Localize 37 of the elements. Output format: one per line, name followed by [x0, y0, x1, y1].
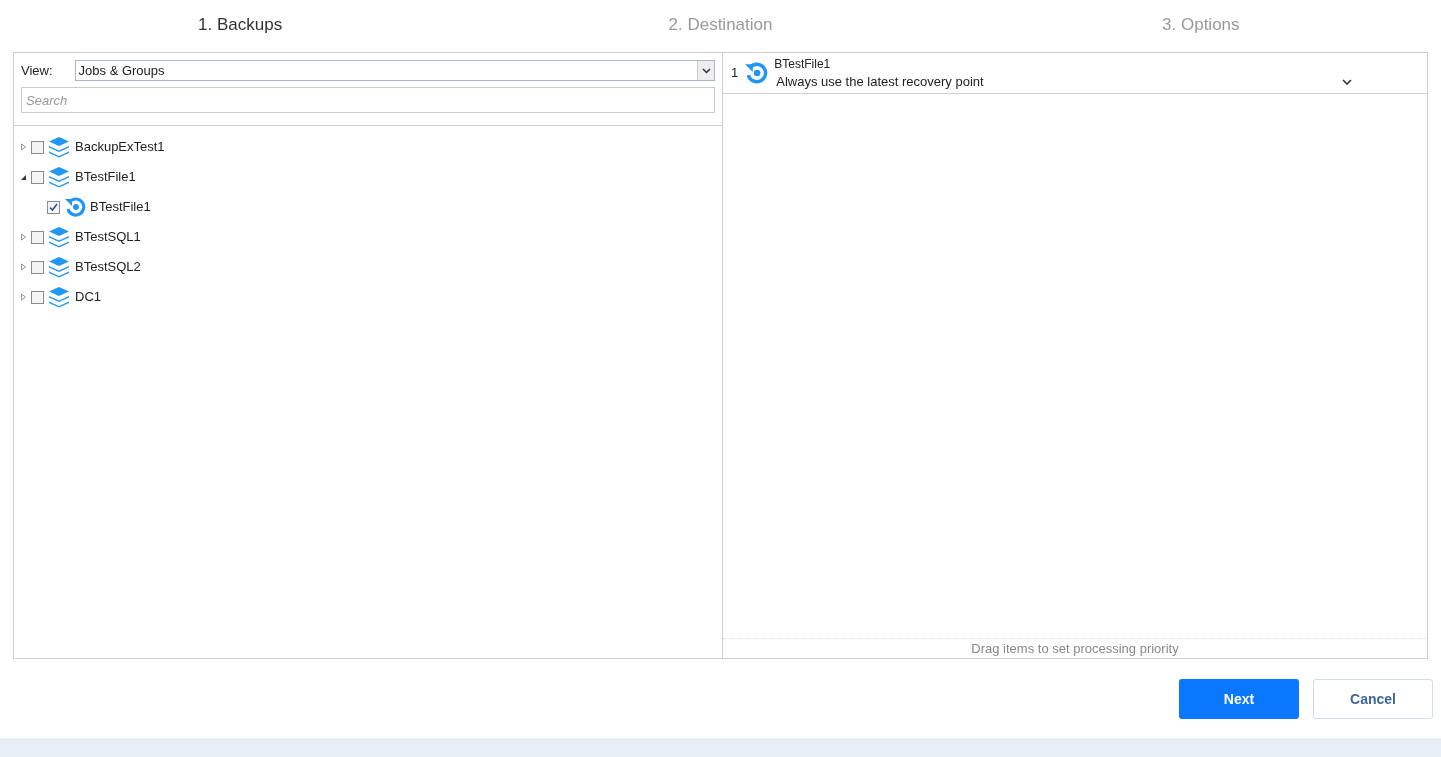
checkbox[interactable] [47, 200, 60, 214]
checkbox[interactable] [31, 260, 44, 274]
item-name: BTestFile1 [774, 56, 832, 73]
checkbox[interactable] [31, 140, 44, 154]
tree-item-label[interactable]: BTestSQL1 [75, 227, 141, 247]
step-tab[interactable]: 1. Backups [0, 12, 481, 38]
cancel-button[interactable]: Cancel [1313, 679, 1433, 719]
tree-item-label[interactable]: BTestFile1 [90, 197, 151, 217]
footer-hint: Drag items to set processing priority [723, 638, 1427, 658]
recovery-point-dropdown[interactable]: Always use the latest recovery point [774, 73, 1352, 90]
expand-arrow-icon[interactable] [20, 293, 27, 301]
chevron-down-icon [1342, 78, 1352, 85]
view-dropdown[interactable]: Jobs & Groups [74, 60, 715, 81]
layers-icon [48, 226, 70, 248]
caret-icon [701, 67, 711, 74]
collapse-arrow-icon[interactable] [20, 173, 27, 181]
expand-arrow-icon[interactable] [20, 263, 27, 271]
layers-icon [48, 286, 70, 308]
tree-item-label[interactable]: BTestFile1 [75, 167, 136, 187]
restore-icon [64, 196, 86, 218]
checkbox[interactable] [31, 290, 44, 304]
search-field[interactable]: Search [21, 87, 715, 113]
expand-arrow-icon[interactable] [20, 233, 27, 241]
tree-item-label[interactable]: DC1 [75, 287, 101, 307]
layers-icon [48, 136, 70, 158]
item-index: 1 [731, 64, 739, 83]
view-label: View: [21, 61, 53, 80]
layers-icon [48, 256, 70, 278]
expand-arrow-icon[interactable] [20, 143, 27, 151]
checkbox[interactable] [31, 170, 44, 184]
next-button[interactable]: Next [1179, 679, 1299, 719]
priority-item[interactable]: 1 BTestFile1 Always use the latest recovery point [723, 53, 1427, 94]
layers-icon [48, 166, 70, 188]
tree-item-label[interactable]: BackupExTest1 [75, 137, 165, 157]
restore-icon [744, 61, 769, 85]
tree-item-label[interactable]: BTestSQL2 [75, 257, 141, 277]
checkbox[interactable] [31, 230, 44, 244]
